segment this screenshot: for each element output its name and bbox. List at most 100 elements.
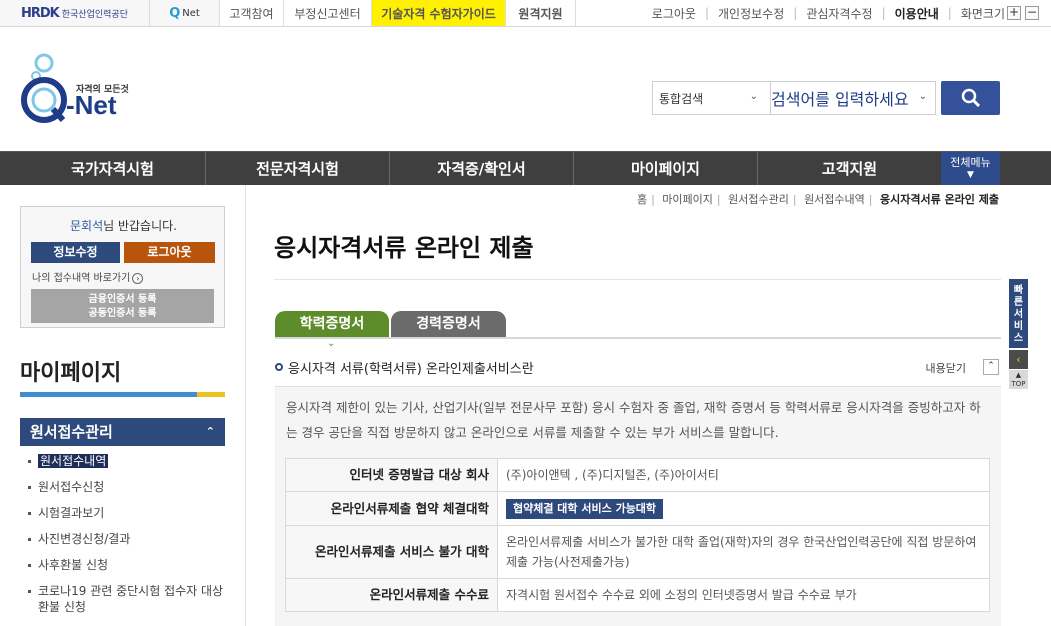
table-row: 온라인서류제출 협약 체결대학 협약체결 대학 서비스 가능대학 [285,491,990,526]
table-row: 온라인서류제출 서비스 불가 대학 온라인서류제출 서비스가 불가한 대학 졸업… [285,525,990,579]
qnet-logo-icon: -Net 자격의 모든것 [21,53,129,123]
sidebar-title: 마이페이지 [20,361,122,386]
sidebar-item-refund[interactable]: 사후환불 신청 [28,557,228,573]
sidebar-item-label: 원서접수내역 [38,454,109,468]
chevron-up-icon: ▲ [1015,371,1022,379]
nav-certificate[interactable]: 자격증/확인서 [389,152,573,185]
breadcrumb-manage[interactable]: 원서접수관리 [728,193,789,206]
svg-text:자격의 모든것: 자격의 모든것 [76,83,129,95]
chevron-up-icon[interactable]: ⌃ [983,359,999,375]
cert-line2: 공동인증서 등록 [88,308,157,319]
breadcrumb-current: 응시자격서류 온라인 제출 [880,193,999,206]
description-text: 응시자격 제한이 있는 기사, 산업기사(일부 전문사무 포함) 응시 수험자 … [286,400,981,440]
tab-underline [275,337,1001,339]
zoom-out-button[interactable]: − [1025,6,1039,20]
sidebar-item-receipts[interactable]: 원서접수내역 [28,453,228,469]
search-input[interactable]: 검색어를 입력하세요 ⌄ [771,82,935,114]
table-row: 온라인서류제출 수수료 자격시험 원서접수 수수료 외에 소정의 인터넷증명서 … [285,578,990,612]
qnet-logo[interactable]: -Net 자격의 모든것 [18,52,148,127]
chevron-down-icon: ⌄ [749,91,758,102]
greeting-text: 님 반갑습니다. [103,219,177,233]
breadcrumb-receipts[interactable]: 원서접수내역 [804,193,865,206]
row-header: 온라인서류제출 협약 체결대학 [285,491,498,526]
search-button[interactable] [941,81,1000,115]
section-header: 응시자격 서류(학력서류) 온라인제출서비스란 내용닫기 ⌃ [275,358,1001,378]
qnet-mark: Q [169,5,181,21]
row-header: 온라인서류제출 서비스 불가 대학 [285,525,498,579]
row-value: 자격시험 원서접수 수수료 외에 소정의 인터넷증명서 발급 수수료 부가 [497,578,990,612]
cert-register-button[interactable]: 금융인증서 등록 공동인증서 등록 [31,289,214,323]
util-links: 로그아웃 | 개인정보수정 | 관심자격수정 | 이용안내 | 화면크기 [651,5,1005,22]
tab-career-cert[interactable]: 경력증명서 [391,311,506,338]
tab-indicator-icon: ⌄ [327,338,336,349]
usage-link[interactable]: 이용안내 [895,5,939,22]
hrdk-logo-link[interactable]: HRDK 한국산업인력공단 [0,0,150,26]
user-name: 문회석 [70,219,104,233]
top-tab-remote[interactable]: 원격지원 [506,0,576,26]
top-label: TOP [1011,380,1026,388]
row-value: 온라인서류제출 서비스가 불가한 대학 졸업(재학)자의 경우 한국산업인력공단… [497,525,990,579]
logout-button[interactable]: 로그아웃 [124,242,215,263]
interest-link[interactable]: 관심자격수정 [806,5,872,22]
info-table: 인터넷 증명발급 대상 회사 (주)아이앤텍 , (주)디지털존, (주)아이서… [285,458,990,612]
chevron-left-icon[interactable]: ‹ [1009,350,1028,369]
top-tab-guide[interactable]: 기술자격 수험자가이드 [372,0,506,26]
sidebar-item-results[interactable]: 시험결과보기 [28,505,228,521]
nav-national-exam[interactable]: 국가자격시험 [20,152,205,185]
nav-support[interactable]: 고객지원 [757,152,941,185]
partner-universities-button[interactable]: 협약체결 대학 서비스 가능대학 [506,499,664,519]
edit-info-button[interactable]: 정보수정 [31,242,120,263]
cert-line1: 금융인증서 등록 [88,294,157,305]
search-scope-select[interactable]: 통합검색 ⌄ [653,82,771,114]
page-title: 응시자격서류 온라인 제출 [274,234,534,262]
section-title: 응시자격 서류(학력서류) 온라인제출서비스란 [288,362,534,377]
sidebar-item-apply[interactable]: 원서접수신청 [28,479,228,495]
all-menu-label: 전체메뉴 [950,156,991,169]
hrdk-sub: 한국산업인력공단 [61,9,128,20]
nav-mypage[interactable]: 마이페이지 [573,152,757,185]
sidebar-item-covid-refund[interactable]: 코로나19 관련 중단시험 접수자 대상 환불 신청 [28,583,228,615]
sidebar: 문회석님 반갑습니다. 정보수정 로그아웃 나의 접수내역 바로가기 › 금융인증… [0,185,246,626]
greeting: 문회석님 반갑습니다. [21,217,226,234]
breadcrumb-home[interactable]: 홈 [637,193,647,206]
hrdk-mark: HRDK [20,5,60,21]
menu-group-label: 원서접수관리 [30,423,113,441]
utility-bar: HRDK 한국산업인력공단 Q Net 고객참여 부정신고센터 기술자격 수험자… [0,0,1051,27]
login-box: 문회석님 반갑습니다. 정보수정 로그아웃 나의 접수내역 바로가기 › 금융인증… [20,206,225,328]
breadcrumb: 홈 | 마이페이지 | 원서접수관리 | 원서접수내역 | 응시자격서류 온라인 제출 [636,193,999,206]
row-value: (주)아이앤텍 , (주)디지털존, (주)아이서티 [497,458,990,492]
profile-link[interactable]: 개인정보수정 [718,5,784,22]
search-scope-value: 통합검색 [659,91,704,106]
chevron-down-icon: ▼ [967,170,974,180]
goto-receipts-link[interactable]: 나의 접수내역 바로가기 › [32,269,144,284]
bullet-icon [275,363,283,371]
quick-service-button[interactable]: 빠른서비스 [1009,279,1028,348]
sidebar-menu: 원서접수내역 원서접수신청 시험결과보기 사진변경신청/결과 사후환불 신청 코… [28,453,228,625]
top-button[interactable]: ▲ TOP [1009,370,1028,389]
top-tab-report[interactable]: 부정신고센터 [284,0,372,26]
chevron-right-icon: › [132,273,144,284]
goto-label: 나의 접수내역 바로가기 [32,273,131,284]
sidebar-item-photo[interactable]: 사진변경신청/결과 [28,531,228,547]
table-row: 인터넷 증명발급 대상 회사 (주)아이앤텍 , (주)디지털존, (주)아이서… [285,458,990,492]
breadcrumb-mypage[interactable]: 마이페이지 [662,193,713,206]
logout-link[interactable]: 로그아웃 [652,5,696,22]
chevron-up-icon: ⌃ [205,425,215,438]
menu-group-header[interactable]: 원서접수관리 ⌃ [20,418,225,446]
screen-size-label: 화면크기 [960,6,1005,21]
top-tab-customer[interactable]: 고객참여 [220,0,284,26]
qnet-logo-link[interactable]: Q Net [150,0,220,26]
row-value-cell: 협약체결 대학 서비스 가능대학 [497,491,990,526]
chevron-down-icon: ⌄ [918,91,927,102]
zoom-in-button[interactable]: + [1007,6,1021,20]
qnet-mark-text: Net [182,7,200,19]
title-underline [20,392,225,397]
search-icon [961,88,980,108]
tab-education-cert[interactable]: 학력증명서 [275,311,389,338]
search-box: 통합검색 ⌄ 검색어를 입력하세요 ⌄ [652,81,936,115]
search-placeholder: 검색어를 입력하세요 [771,90,909,109]
nav-professional-exam[interactable]: 전문자격시험 [205,152,389,185]
collapse-label[interactable]: 내용닫기 [926,360,966,376]
row-header: 온라인서류제출 수수료 [285,578,498,612]
all-menu-button[interactable]: 전체메뉴 ▼ [941,152,1000,185]
